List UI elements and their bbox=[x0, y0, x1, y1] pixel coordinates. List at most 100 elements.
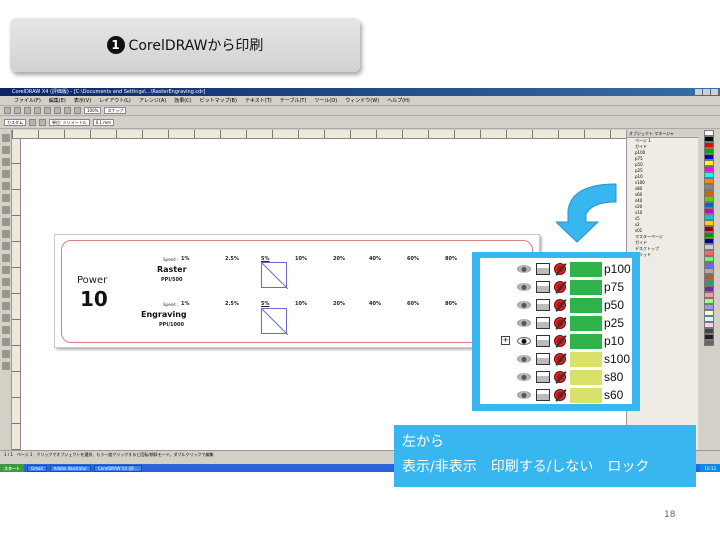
layer-row[interactable]: p25 bbox=[480, 314, 632, 332]
expand-icon[interactable]: + bbox=[501, 336, 510, 345]
menu-item[interactable]: ツール(O) bbox=[314, 96, 337, 105]
visibility-eye-icon[interactable] bbox=[517, 355, 531, 363]
layer-row[interactable]: s100 bbox=[480, 350, 632, 368]
snap-dropdown[interactable]: スナップ bbox=[104, 107, 127, 114]
tool-icon[interactable] bbox=[2, 314, 10, 322]
printer-icon[interactable] bbox=[536, 299, 550, 311]
menu-item[interactable]: ファイル(F) bbox=[14, 96, 41, 105]
layer-row[interactable]: s60 bbox=[480, 386, 632, 404]
print-icon[interactable] bbox=[34, 107, 41, 114]
lock-icon[interactable] bbox=[554, 299, 566, 311]
visibility-eye-icon[interactable] bbox=[517, 373, 531, 381]
layer-row[interactable]: + p10 bbox=[480, 332, 632, 350]
printer-icon[interactable] bbox=[536, 353, 550, 365]
standard-toolbar: 100% スナップ bbox=[0, 106, 720, 116]
tool-icon[interactable] bbox=[2, 218, 10, 226]
lock-icon[interactable] bbox=[554, 371, 566, 383]
menu-item[interactable]: テーブル(T) bbox=[280, 96, 307, 105]
lock-icon[interactable] bbox=[554, 353, 566, 365]
redo-icon[interactable] bbox=[54, 107, 61, 114]
export-icon[interactable] bbox=[74, 107, 81, 114]
printer-icon[interactable] bbox=[536, 263, 550, 275]
tool-icon[interactable] bbox=[2, 158, 10, 166]
menu-item[interactable]: 表示(V) bbox=[74, 96, 91, 105]
raster-sample-box[interactable] bbox=[261, 262, 289, 290]
maximize-button[interactable] bbox=[703, 89, 710, 95]
printer-icon[interactable] bbox=[536, 371, 550, 383]
menu-item[interactable]: レイアウト(L) bbox=[99, 96, 131, 105]
visibility-eye-icon[interactable] bbox=[517, 265, 531, 273]
artwork-page[interactable]: Power 10 Speed : Raster PPI/500 1% 2.5% 5%… bbox=[54, 234, 540, 348]
close-button[interactable] bbox=[711, 89, 718, 95]
vertical-ruler[interactable] bbox=[12, 139, 21, 450]
units-dropdown[interactable]: 単位: ミリメートル bbox=[49, 118, 90, 126]
tool-icon[interactable] bbox=[2, 194, 10, 202]
page-tab[interactable]: ページ 1 bbox=[17, 452, 33, 457]
new-icon[interactable] bbox=[4, 107, 11, 114]
open-icon[interactable] bbox=[14, 107, 21, 114]
menu-bar: ファイル(F) 編集(E) 表示(V) レイアウト(L) アレンジ(A) 効果(C) ビット… bbox=[0, 96, 720, 106]
tool-icon[interactable] bbox=[2, 254, 10, 262]
menu-item[interactable]: 編集(E) bbox=[49, 96, 66, 105]
import-icon[interactable] bbox=[64, 107, 71, 114]
lock-icon[interactable] bbox=[554, 281, 566, 293]
minimize-button[interactable] bbox=[695, 89, 702, 95]
visibility-eye-icon[interactable] bbox=[517, 391, 531, 399]
menu-item[interactable]: ウィンドウ(W) bbox=[345, 96, 379, 105]
layer-row[interactable]: p100 bbox=[480, 260, 632, 278]
printer-icon[interactable] bbox=[536, 317, 550, 329]
tool-icon[interactable] bbox=[2, 302, 10, 310]
save-icon[interactable] bbox=[24, 107, 31, 114]
raster-title: Raster bbox=[157, 265, 187, 274]
menu-item[interactable]: ヘルプ(H) bbox=[387, 96, 410, 105]
nudge-field[interactable]: 0.1 mm bbox=[92, 118, 115, 126]
tool-icon[interactable] bbox=[2, 350, 10, 358]
taskbar-item[interactable]: Adobe Illustrator bbox=[49, 465, 91, 472]
sample-diagonal bbox=[261, 308, 289, 336]
tool-icon[interactable] bbox=[2, 290, 10, 298]
printer-icon[interactable] bbox=[536, 335, 550, 347]
taskbar-item[interactable]: Gmail bbox=[27, 465, 47, 472]
visibility-eye-icon[interactable] bbox=[517, 337, 531, 345]
menu-item[interactable]: ビットマップ(B) bbox=[200, 96, 237, 105]
printer-icon[interactable] bbox=[536, 281, 550, 293]
page-size-dropdown[interactable]: カスタム bbox=[4, 118, 26, 126]
lock-icon[interactable] bbox=[554, 317, 566, 329]
tool-icon[interactable] bbox=[2, 266, 10, 274]
tool-icon[interactable] bbox=[2, 182, 10, 190]
undo-icon[interactable] bbox=[44, 107, 51, 114]
tool-icon[interactable] bbox=[2, 170, 10, 178]
tool-icon[interactable] bbox=[2, 326, 10, 334]
visibility-eye-icon[interactable] bbox=[517, 283, 531, 291]
tool-icon[interactable] bbox=[2, 134, 10, 142]
lock-icon[interactable] bbox=[554, 335, 566, 347]
lock-icon[interactable] bbox=[554, 263, 566, 275]
horizontal-ruler[interactable] bbox=[12, 130, 626, 139]
menu-item[interactable]: 効果(C) bbox=[174, 96, 191, 105]
portrait-icon[interactable] bbox=[29, 118, 36, 126]
tool-icon[interactable] bbox=[2, 230, 10, 238]
window-controls[interactable] bbox=[695, 89, 718, 95]
lock-icon[interactable] bbox=[554, 389, 566, 401]
layer-name: p100 bbox=[604, 262, 631, 276]
visibility-eye-icon[interactable] bbox=[517, 319, 531, 327]
layer-row[interactable]: s80 bbox=[480, 368, 632, 386]
tool-icon[interactable] bbox=[2, 242, 10, 250]
visibility-eye-icon[interactable] bbox=[517, 301, 531, 309]
layer-row[interactable]: p75 bbox=[480, 278, 632, 296]
start-button[interactable]: スタート bbox=[0, 464, 24, 472]
tool-icon[interactable] bbox=[2, 278, 10, 286]
layer-row[interactable]: p50 bbox=[480, 296, 632, 314]
tool-icon[interactable] bbox=[2, 338, 10, 346]
tool-icon[interactable] bbox=[2, 206, 10, 214]
tool-icon[interactable] bbox=[2, 362, 10, 370]
tool-icon[interactable] bbox=[2, 146, 10, 154]
menu-item[interactable]: テキスト(T) bbox=[245, 96, 272, 105]
printer-icon[interactable] bbox=[536, 389, 550, 401]
color-swatch[interactable] bbox=[704, 340, 714, 346]
taskbar-item[interactable]: CorelDRAW X4 (評... bbox=[93, 465, 142, 472]
engraving-sample-box[interactable] bbox=[261, 308, 289, 336]
zoom-level-field[interactable]: 100% bbox=[84, 107, 102, 114]
menu-item[interactable]: アレンジ(A) bbox=[139, 96, 166, 105]
landscape-icon[interactable] bbox=[39, 118, 46, 126]
